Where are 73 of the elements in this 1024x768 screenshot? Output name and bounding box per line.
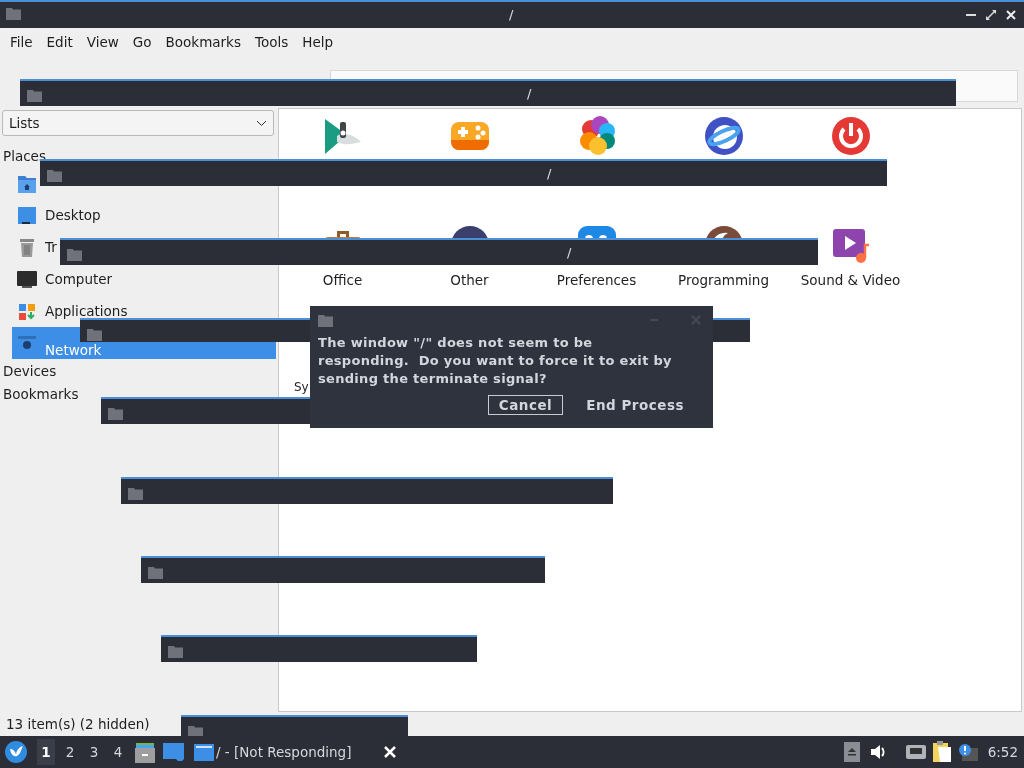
window-title: / xyxy=(567,245,572,260)
window-title: / xyxy=(527,86,532,101)
sidebar-label: Computer xyxy=(45,271,113,287)
folder-icon xyxy=(67,248,82,261)
sidebar-label: Tr xyxy=(45,239,57,255)
menu-icon[interactable] xyxy=(5,741,27,763)
dialog-button[interactable]: End Process xyxy=(575,395,695,415)
power-icon xyxy=(830,116,871,156)
frozen-window-dialog[interactable]: / xyxy=(60,238,818,265)
clipboard-icon[interactable] xyxy=(931,741,952,763)
folder-icon xyxy=(318,313,333,327)
desktop-icon xyxy=(17,204,37,226)
task-button[interactable]: / - [Not Responding] xyxy=(194,743,384,761)
sidebar-item[interactable]: Desktop xyxy=(12,199,276,231)
menu-item[interactable]: Bookmarks xyxy=(158,34,248,50)
frozen-window-dialog[interactable]: / xyxy=(20,79,956,106)
file-label[interactable]: Other xyxy=(450,272,489,288)
side-pane-selector[interactable]: Lists xyxy=(2,110,274,136)
sidebar-label: Desktop xyxy=(45,207,101,223)
menu-item[interactable]: View xyxy=(79,34,126,50)
trash-icon xyxy=(17,236,37,258)
file-cabinet-icon[interactable] xyxy=(135,741,155,763)
sidebar-item[interactable]: Applications xyxy=(12,295,276,327)
menu-item[interactable]: Go xyxy=(125,34,159,50)
frozen-window-dialog[interactable]: / xyxy=(40,159,887,186)
file-label[interactable]: Office xyxy=(322,272,363,288)
folder-icon xyxy=(194,743,214,761)
folder-icon xyxy=(108,407,123,420)
sidebar-label: Applications xyxy=(45,303,128,319)
network-icon[interactable] xyxy=(905,744,926,760)
desktop-switch[interactable]: 3 xyxy=(85,739,103,765)
folder-icon xyxy=(168,645,183,658)
planet-icon xyxy=(703,116,744,156)
chevron-icon xyxy=(256,119,267,127)
file-label[interactable]: Preferences xyxy=(556,272,637,288)
window-title: / xyxy=(509,7,514,22)
folder-icon xyxy=(87,328,102,341)
notification-icon[interactable] xyxy=(957,743,978,761)
desktop-switch[interactable]: 2 xyxy=(61,739,79,765)
section-header[interactable]: Devices xyxy=(0,359,276,382)
dialog-button[interactable]: Cancel xyxy=(487,395,564,415)
menu-item[interactable]: Edit xyxy=(39,34,80,50)
maximize-icon[interactable] xyxy=(984,8,998,22)
menu-item[interactable]: Tools xyxy=(247,34,296,50)
file-label[interactable]: Sound & Video xyxy=(800,272,901,288)
frozen-window-dialog[interactable] xyxy=(161,635,477,662)
volume-icon[interactable] xyxy=(869,744,886,760)
sidebar-label: Network xyxy=(45,343,102,358)
desktop-switch[interactable]: 1 xyxy=(37,739,55,765)
file-label[interactable]: Programming xyxy=(678,272,769,288)
folder-icon xyxy=(148,566,163,579)
clock[interactable]: 6:52 xyxy=(987,744,1018,760)
folder-icon xyxy=(128,487,143,500)
menu-item[interactable]: Help xyxy=(295,34,340,50)
status-text: 13 item(s) (2 hidden) xyxy=(6,716,150,732)
monitor-icon xyxy=(17,268,37,290)
menu-item[interactable]: File xyxy=(3,34,40,50)
frozen-window-dialog[interactable] xyxy=(121,477,613,504)
window-title: / xyxy=(547,166,552,181)
folder-icon xyxy=(27,89,42,102)
frozen-window-dialog[interactable] xyxy=(101,397,310,424)
sidebar-item[interactable]: Computer xyxy=(12,263,276,295)
folder-icon xyxy=(47,169,62,182)
tools-icon xyxy=(322,116,363,156)
desktop-switch[interactable]: 4 xyxy=(109,739,127,765)
frozen-window-dialog[interactable] xyxy=(181,715,408,736)
dialog-message: The window "/" does not seem to be responding. Do you want to force it to exit by sending the terminate signal? xyxy=(318,334,673,388)
folder-icon xyxy=(6,7,21,20)
close-icon[interactable] xyxy=(1004,8,1018,22)
eject-icon[interactable] xyxy=(843,742,860,762)
file-label[interactable]: Sy xyxy=(294,380,309,394)
window-icon[interactable] xyxy=(163,743,184,761)
frozen-window-dialog[interactable] xyxy=(141,556,545,583)
